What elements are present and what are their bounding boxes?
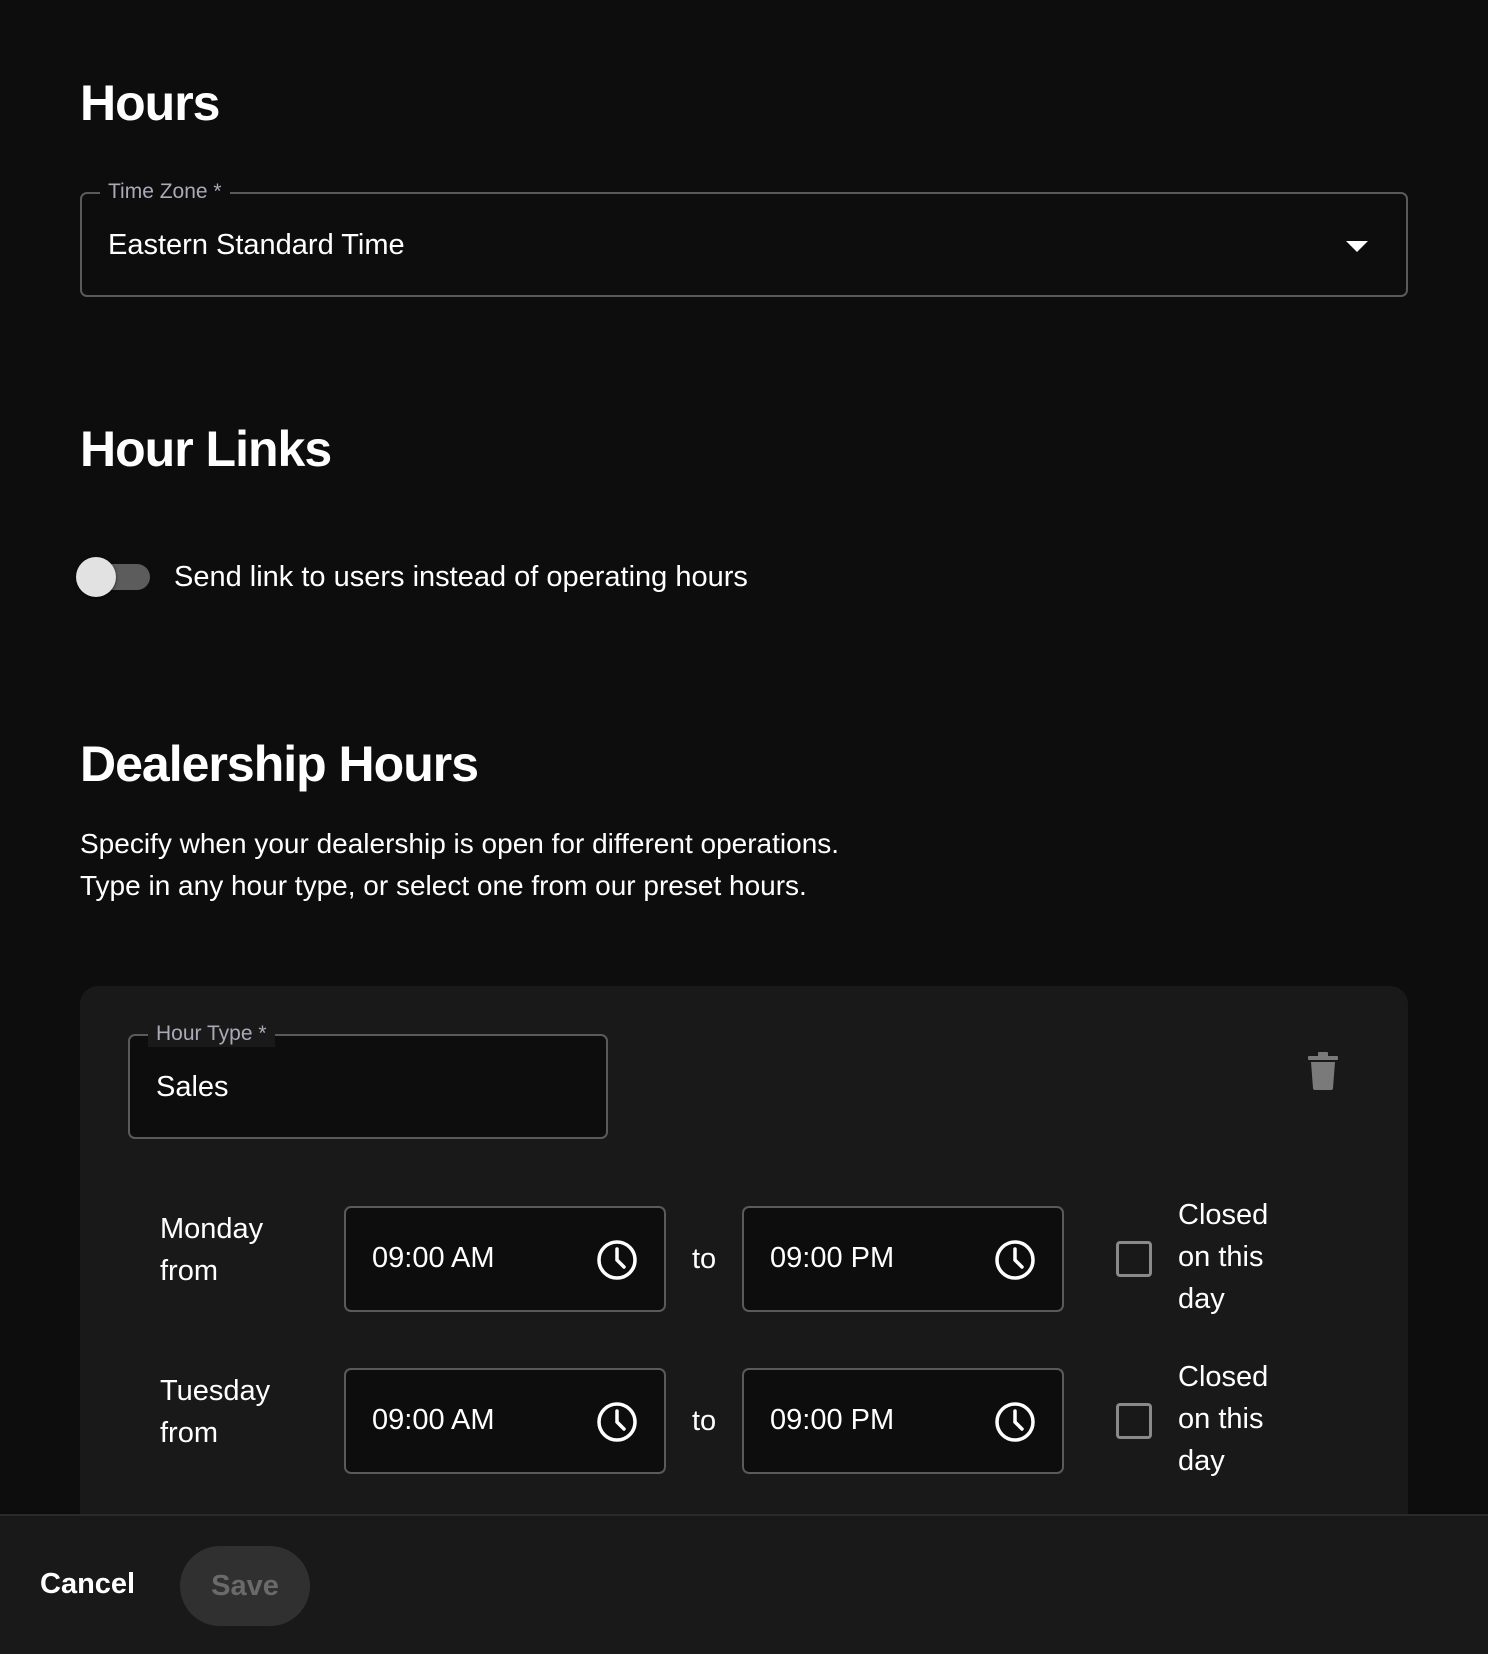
day-from-label: from <box>160 1417 218 1449</box>
time-zone-value: Eastern Standard Time <box>108 229 405 261</box>
tuesday-to-label: to <box>692 1405 717 1437</box>
time-zone-select[interactable]: Time Zone * Eastern Standard Time <box>80 179 1408 297</box>
save-button[interactable]: Save <box>180 1546 310 1626</box>
description-line: Type in any hour type, or select one fro… <box>80 870 807 901</box>
toggle-thumb <box>76 557 116 597</box>
clock-icon[interactable] <box>596 1401 638 1443</box>
closed-label-line: on this <box>1178 1241 1264 1273</box>
day-name: Monday <box>160 1213 264 1245</box>
tuesday-to-time-field[interactable]: 09:00 PM <box>742 1368 1064 1474</box>
hour-type-value: Sales <box>156 1071 229 1103</box>
chevron-down-icon[interactable] <box>1346 241 1368 252</box>
closed-label-line: Closed <box>1178 1361 1269 1393</box>
clock-icon[interactable] <box>596 1239 638 1281</box>
clock-icon[interactable] <box>994 1239 1036 1281</box>
tuesday-to-time-value: 09:00 PM <box>770 1404 895 1436</box>
description-line: Specify when your dealership is open for… <box>80 828 840 859</box>
monday-closed-checkbox[interactable] <box>1116 1241 1152 1277</box>
day-label-monday: Monday from <box>160 1208 263 1292</box>
closed-label-line: Closed <box>1178 1199 1269 1231</box>
hour-type-label: Hour Type * <box>148 1021 275 1047</box>
monday-to-label: to <box>692 1243 717 1275</box>
time-zone-label: Time Zone * <box>100 179 230 205</box>
closed-label-line: day <box>1178 1445 1225 1477</box>
monday-from-time-field[interactable]: 09:00 AM <box>344 1206 666 1312</box>
monday-to-time-field[interactable]: 09:00 PM <box>742 1206 1064 1312</box>
closed-label-line: on this <box>1178 1403 1264 1435</box>
closed-label-line: day <box>1178 1283 1225 1315</box>
hour-type-field[interactable]: Hour Type * Sales <box>128 1021 608 1139</box>
dealership-hours-description: Specify when your dealership is open for… <box>80 823 839 907</box>
send-link-toggle[interactable] <box>76 557 150 597</box>
day-from-label: from <box>160 1255 218 1287</box>
monday-closed-label: Closed on this day <box>1178 1194 1298 1320</box>
footer-bar: Cancel Save <box>0 1514 1488 1654</box>
cancel-button[interactable]: Cancel <box>40 1568 135 1601</box>
tuesday-from-time-value: 09:00 AM <box>372 1404 495 1436</box>
day-name: Tuesday <box>160 1375 271 1407</box>
monday-from-time-value: 09:00 AM <box>372 1242 495 1274</box>
dealership-hours-heading: Dealership Hours <box>80 736 479 792</box>
tuesday-closed-checkbox[interactable] <box>1116 1403 1152 1439</box>
hour-links-heading: Hour Links <box>80 421 332 477</box>
page: Hours Time Zone * Eastern Standard Time … <box>0 0 1488 1654</box>
monday-to-time-value: 09:00 PM <box>770 1242 895 1274</box>
send-link-toggle-label: Send link to users instead of operating … <box>174 561 748 593</box>
tuesday-closed-label: Closed on this day <box>1178 1356 1298 1482</box>
hours-heading: Hours <box>80 75 220 131</box>
clock-icon[interactable] <box>994 1401 1036 1443</box>
tuesday-from-time-field[interactable]: 09:00 AM <box>344 1368 666 1474</box>
day-label-tuesday: Tuesday from <box>160 1370 270 1454</box>
trash-icon[interactable] <box>1308 1052 1338 1090</box>
